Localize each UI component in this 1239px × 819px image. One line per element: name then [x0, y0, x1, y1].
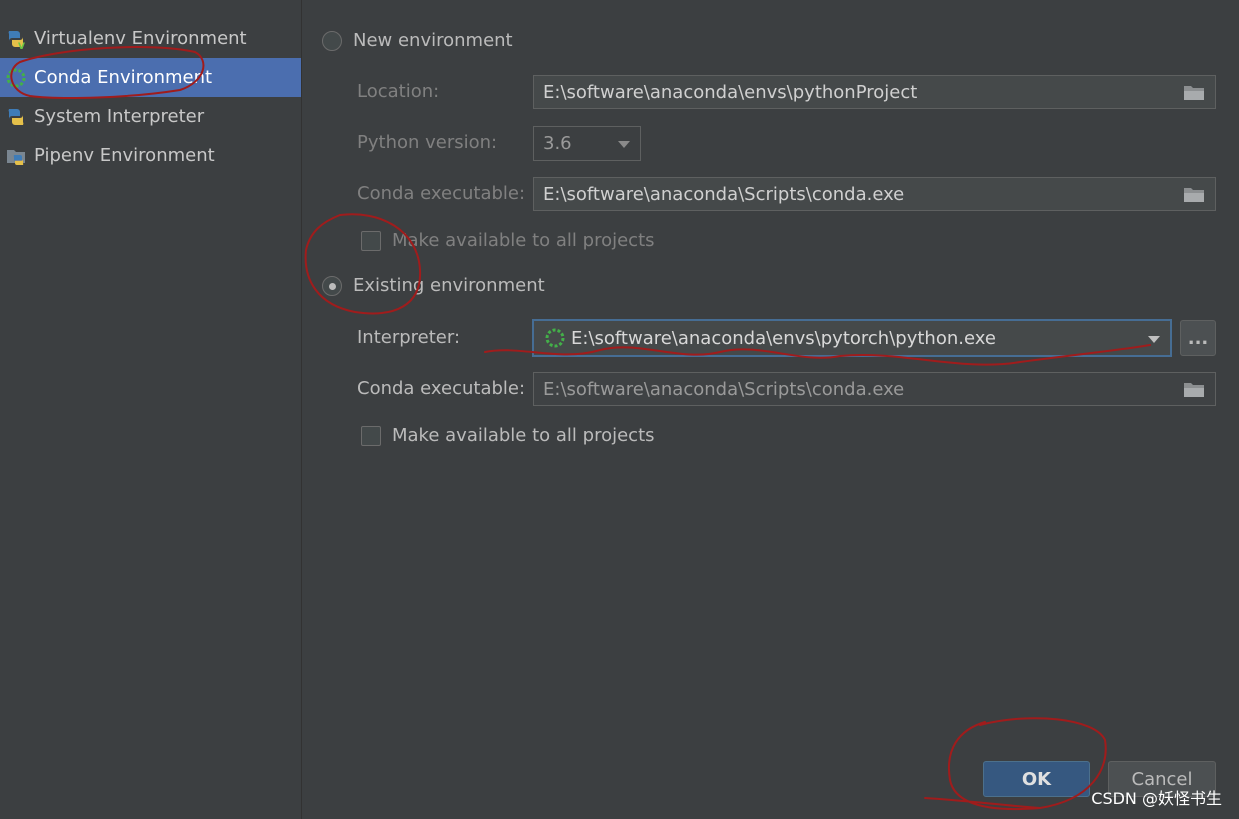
interpreter-combobox[interactable]: E:\software\anaconda\envs\pytorch\python… [532, 319, 1172, 357]
python-version-value: 3.6 [543, 133, 572, 154]
sidebar-item-system-interpreter[interactable]: System Interpreter [0, 97, 301, 136]
sidebar-item-label: Conda Environment [34, 67, 213, 88]
sidebar-item-virtualenv[interactable]: V Virtualenv Environment [0, 19, 301, 58]
new-env-make-available-checkbox[interactable]: Make available to all projects [361, 230, 655, 251]
conda-executable-label: Conda executable: [357, 378, 526, 399]
python-icon [5, 106, 27, 128]
conda-executable-field[interactable]: E:\software\anaconda\Scripts\conda.exe [533, 177, 1216, 211]
conda-executable-field[interactable]: E:\software\anaconda\Scripts\conda.exe [533, 372, 1216, 406]
sidebar-item-label: Pipenv Environment [34, 145, 215, 166]
location-field[interactable]: E:\software\anaconda\envs\pythonProject [533, 75, 1216, 109]
folder-icon[interactable] [1183, 381, 1205, 398]
new-environment-radio[interactable]: New environment [322, 30, 513, 51]
existing-environment-label: Existing environment [353, 275, 545, 296]
existing-env-make-available-checkbox[interactable]: Make available to all projects [361, 425, 655, 446]
new-environment-label: New environment [353, 30, 513, 51]
pipenv-icon [5, 145, 27, 167]
browse-interpreter-button[interactable]: ... [1180, 320, 1216, 356]
environment-type-list: V Virtualenv Environment Conda Environme… [0, 0, 301, 819]
sidebar-item-pipenv[interactable]: Pipenv Environment [0, 136, 301, 175]
conda-executable-value: E:\software\anaconda\Scripts\conda.exe [543, 183, 905, 205]
radio-button[interactable] [322, 30, 342, 51]
folder-icon[interactable] [1183, 186, 1205, 203]
sidebar-item-label: Virtualenv Environment [34, 28, 247, 49]
watermark: CSDN @妖怪书生 [1091, 789, 1222, 808]
folder-icon[interactable] [1183, 84, 1205, 101]
python-version-label: Python version: [357, 132, 498, 153]
chevron-down-icon[interactable] [1148, 336, 1160, 343]
sidebar-item-conda[interactable]: Conda Environment [0, 58, 301, 97]
make-available-label: Make available to all projects [392, 230, 655, 251]
radio-button[interactable] [322, 275, 342, 296]
existing-environment-radio[interactable]: Existing environment [322, 275, 545, 296]
panel-divider [301, 0, 302, 819]
interpreter-label: Interpreter: [357, 327, 461, 348]
interpreter-value: E:\software\anaconda\envs\pytorch\python… [571, 327, 996, 349]
conda-icon [545, 328, 565, 348]
svg-text:V: V [18, 42, 25, 50]
checkbox[interactable] [361, 230, 381, 251]
conda-executable-label: Conda executable: [357, 183, 526, 204]
checkbox[interactable] [361, 425, 381, 446]
python-virtualenv-icon: V [5, 28, 27, 50]
sidebar-item-label: System Interpreter [34, 106, 205, 127]
conda-executable-value: E:\software\anaconda\Scripts\conda.exe [543, 378, 905, 400]
location-label: Location: [357, 81, 440, 102]
make-available-label: Make available to all projects [392, 425, 655, 446]
ok-button[interactable]: OK [983, 761, 1090, 797]
python-version-select[interactable]: 3.6 [533, 126, 641, 161]
conda-icon [5, 67, 27, 89]
chevron-down-icon [618, 141, 630, 148]
location-value: E:\software\anaconda\envs\pythonProject [543, 81, 918, 103]
